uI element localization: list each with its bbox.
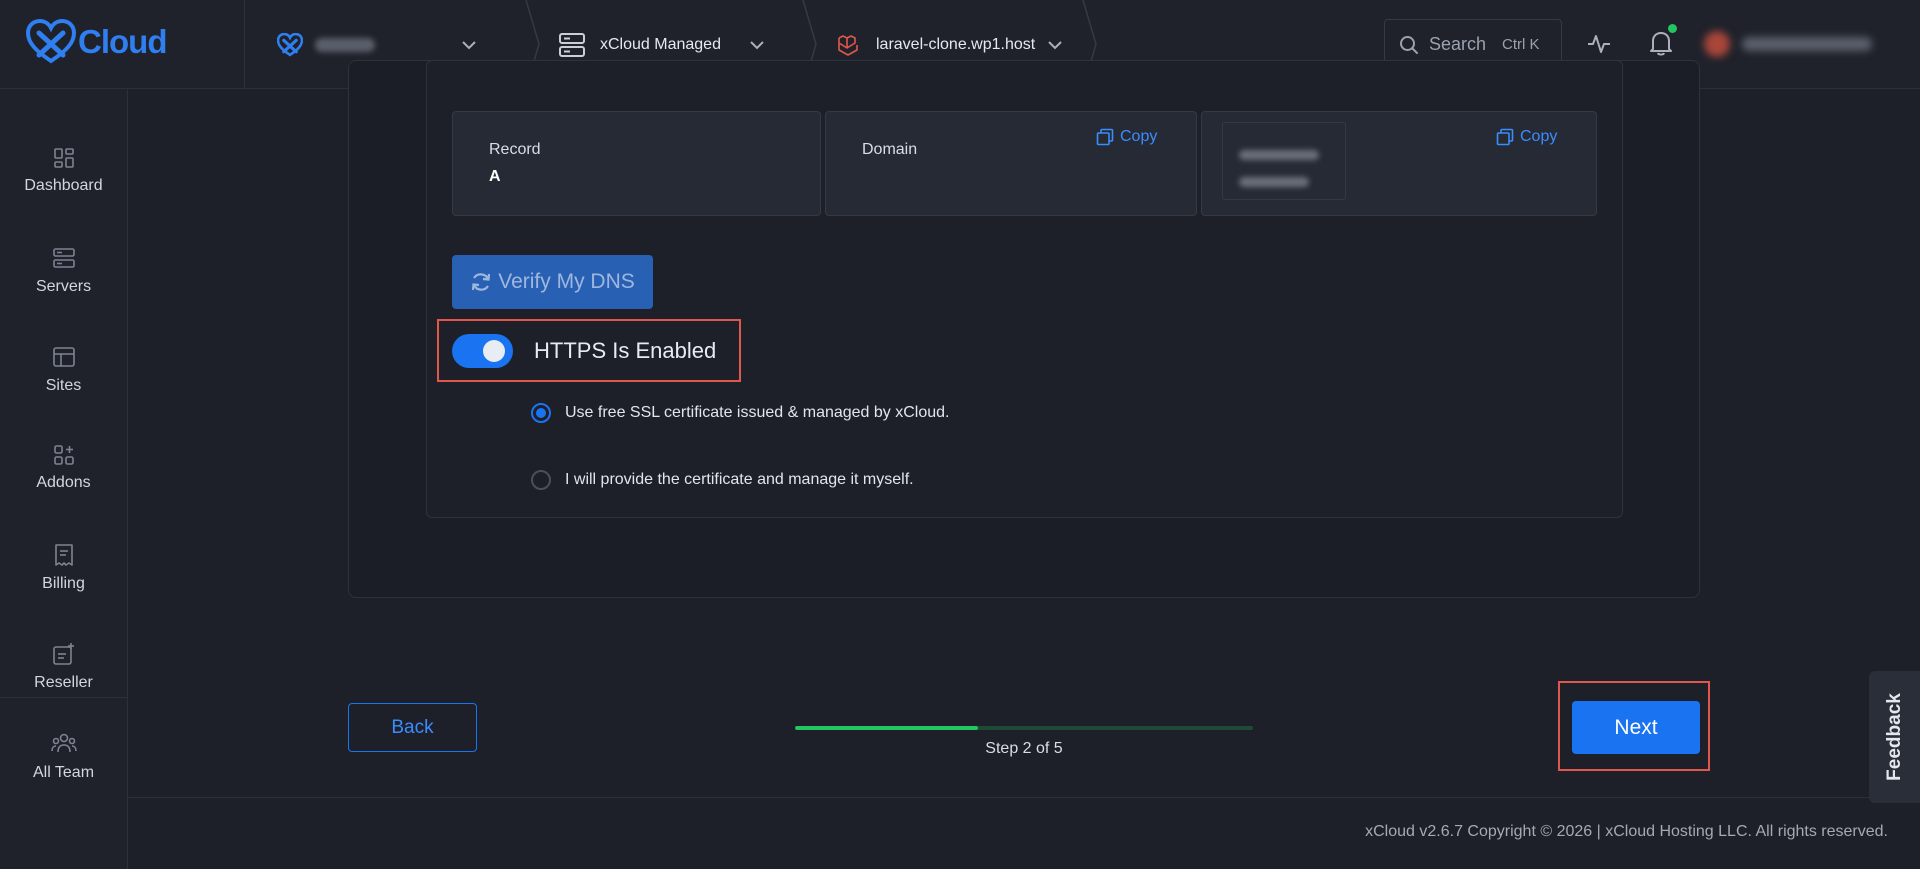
step-indicator: Step 2 of 5 — [985, 740, 1063, 757]
sidebar-item-all-team[interactable]: All Team — [0, 732, 127, 812]
dashboard-icon — [53, 148, 74, 168]
divider — [128, 797, 1920, 798]
radio-selected[interactable] — [531, 403, 551, 423]
sidebar-item-dashboard[interactable]: Dashboard — [0, 147, 127, 227]
xcloud-logo-icon — [26, 19, 76, 64]
copy-label: Copy — [1520, 128, 1558, 145]
ip-value — [1239, 177, 1309, 187]
chevron-down-icon — [462, 40, 476, 49]
sidebar: Dashboard Servers Sites Addons Billing R… — [0, 89, 128, 869]
sidebar-item-label: Addons — [36, 474, 91, 491]
xcloud-logo-icon — [277, 32, 303, 56]
back-button[interactable]: Back — [348, 703, 477, 752]
divider — [0, 697, 127, 698]
refresh-icon — [472, 273, 491, 291]
ssl-option-custom[interactable]: I will provide the certificate and manag… — [531, 470, 914, 490]
site-name: laravel-clone.wp1.host — [876, 35, 1036, 53]
sidebar-item-sites[interactable]: Sites — [0, 345, 127, 425]
sidebar-item-label: Servers — [35, 278, 92, 295]
chevron-down-icon — [750, 40, 764, 49]
copy-icon — [1096, 128, 1114, 146]
feedback-label: Feedback — [1883, 693, 1905, 781]
next-button[interactable]: Next — [1572, 701, 1700, 754]
ip-address-field — [1222, 122, 1346, 200]
https-label: HTTPS Is Enabled — [534, 338, 717, 363]
team-name — [315, 37, 375, 52]
record-value: A — [489, 168, 501, 185]
divider — [244, 0, 245, 89]
server-icon — [52, 248, 75, 268]
sidebar-item-label: Billing — [42, 575, 85, 592]
laravel-icon — [838, 34, 858, 56]
team-icon — [50, 733, 77, 753]
addons-icon — [53, 445, 74, 465]
server-icon — [559, 32, 585, 57]
feedback-button[interactable]: Feedback — [1869, 671, 1920, 803]
search-label: Search — [1429, 34, 1487, 54]
copy-domain-button[interactable]: Copy — [1096, 128, 1157, 146]
xcloud-logo[interactable]: Cloud — [26, 18, 226, 66]
sidebar-item-servers[interactable]: Servers — [0, 246, 127, 326]
search-shortcut: Ctrl K — [1502, 36, 1540, 53]
user-menu[interactable] — [1704, 30, 1884, 58]
ssl-option-label: I will provide the certificate and manag… — [565, 471, 914, 488]
record-title: Record — [489, 141, 541, 158]
progress-fill — [795, 726, 979, 730]
copy-label: Copy — [1120, 128, 1158, 145]
toggle-knob — [483, 340, 505, 362]
domain-title: Domain — [862, 141, 918, 158]
activity-icon[interactable] — [1587, 33, 1611, 55]
sidebar-item-label: All Team — [32, 764, 95, 781]
brand-name: Cloud — [78, 23, 167, 60]
https-toggle[interactable] — [452, 334, 513, 368]
sidebar-item-label: Reseller — [34, 674, 93, 691]
verify-dns-label: Verify My DNS — [498, 270, 635, 293]
sidebar-item-addons[interactable]: Addons — [0, 444, 127, 524]
radio-unselected[interactable] — [531, 470, 551, 490]
ssl-option-label: Use free SSL certificate issued & manage… — [565, 404, 950, 421]
copyright-text: xCloud v2.6.7 Copyright © 2026 | xCloud … — [1365, 823, 1888, 840]
sidebar-item-label: Sites — [45, 377, 82, 394]
chevron-down-icon — [1048, 40, 1062, 49]
sites-icon — [52, 347, 75, 367]
user-name — [1742, 37, 1872, 51]
copy-icon — [1496, 128, 1514, 146]
search-icon — [1400, 35, 1418, 54]
billing-icon — [54, 544, 73, 566]
server-name: xCloud Managed — [600, 35, 721, 53]
sidebar-item-label: Dashboard — [24, 177, 103, 194]
sidebar-item-reseller[interactable]: Reseller — [0, 642, 127, 722]
copy-ip-button[interactable]: Copy — [1496, 128, 1557, 146]
avatar — [1704, 31, 1730, 57]
bell-icon[interactable] — [1649, 30, 1673, 56]
sidebar-item-billing[interactable]: Billing — [0, 543, 127, 623]
progress-bar — [795, 726, 1253, 730]
dns-domain-cell: Domain Copy — [825, 111, 1197, 216]
verify-dns-button[interactable]: Verify My DNS — [452, 255, 653, 309]
dns-ip-cell: Copy — [1201, 111, 1597, 216]
notification-dot — [1668, 24, 1677, 33]
ip-label — [1239, 150, 1319, 160]
reseller-icon — [52, 643, 74, 665]
ssl-option-free[interactable]: Use free SSL certificate issued & manage… — [531, 403, 950, 423]
dns-record-cell: Record A — [452, 111, 821, 216]
